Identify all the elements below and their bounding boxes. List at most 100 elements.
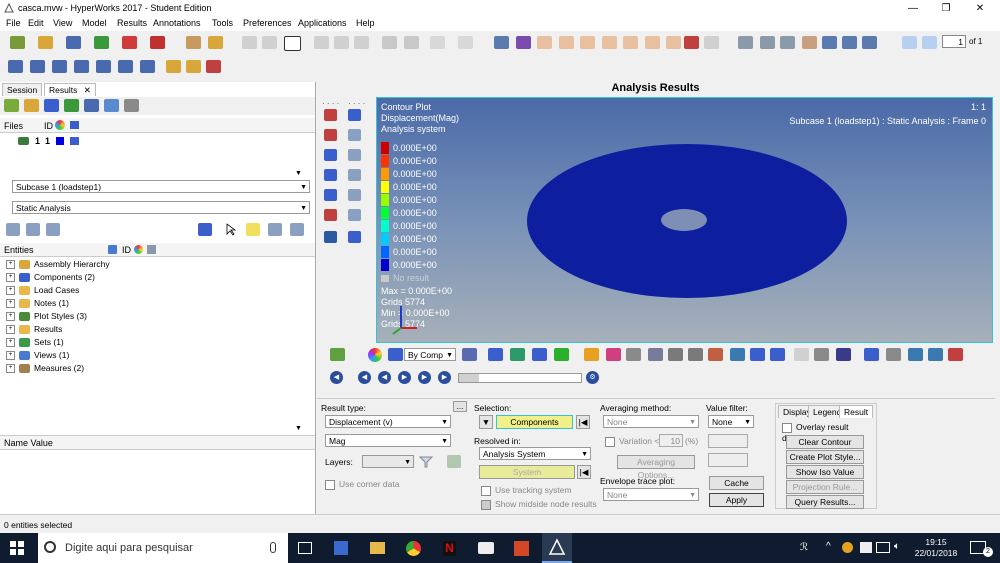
task-view-icon[interactable] [298,542,312,554]
cube-select-icon[interactable] [198,223,212,236]
eye-select-icon[interactable] [348,189,361,201]
filter-icon[interactable] [418,455,434,468]
chart-icon[interactable] [708,348,723,361]
feature-icon[interactable] [510,348,525,361]
open-icon[interactable] [38,36,53,49]
file-visibility-icon[interactable] [70,137,79,145]
result-type-browse-button[interactable]: ... [453,401,467,412]
subcase-select[interactable]: Subcase 1 (loadstep1) ▼ [12,180,310,193]
rewind-icon[interactable]: ◀ [378,371,391,384]
ppt-export-icon[interactable] [150,36,165,49]
folder-icon[interactable] [208,36,223,49]
expand-icon[interactable]: + [6,325,15,335]
cache-button[interactable]: Cache [709,476,764,490]
network-icon[interactable] [860,542,872,553]
contour-icon[interactable] [324,109,337,121]
color-wheel-icon[interactable] [368,348,382,362]
hyperworks-taskbar-button[interactable] [542,533,572,563]
show-one-icon[interactable] [290,223,304,236]
tree-item-measures[interactable]: + Measures (2) [6,362,306,375]
fast-forward-icon[interactable]: ▶ [418,371,431,384]
save-icon[interactable] [66,36,81,49]
checkbox-icon[interactable] [325,479,335,490]
menu-file[interactable]: File [2,18,25,28]
menu-model[interactable]: Model [78,18,111,28]
value-filter-select[interactable]: None ▼ [708,415,754,428]
zoom-fit-icon[interactable] [760,36,775,49]
query-icon[interactable] [948,348,963,361]
file-row[interactable]: 1 1 [0,134,315,148]
tree-item-components[interactable]: + Components (2) [6,271,306,284]
checkbox-checked-icon[interactable] [481,499,491,510]
checkbox-icon[interactable] [481,485,491,496]
window-split-icon[interactable] [334,36,349,49]
deformed-icon[interactable] [324,169,337,181]
projection-rule-button[interactable]: Projection Rule... [786,480,864,494]
tab-result[interactable]: Result [839,405,874,418]
menu-edit[interactable]: Edit [24,18,48,28]
selection-dropdown-button[interactable]: ▼ [479,415,493,429]
previous-page-icon[interactable] [902,36,917,49]
page-layout-1-icon[interactable] [8,60,23,73]
pan-vertical-icon[interactable] [842,36,857,49]
pointer-icon[interactable] [226,223,237,236]
expand-icon[interactable]: + [6,273,15,283]
envelope-trace-select[interactable]: None ▼ [603,488,699,501]
pan-hand-icon[interactable] [802,36,817,49]
layers-select[interactable]: ▼ [362,455,414,468]
menu-help[interactable]: Help [352,18,379,28]
expand-icon[interactable]: + [6,312,15,322]
averaging-method-select[interactable]: None ▼ [603,415,699,428]
menu-annotations[interactable]: Annotations [149,18,205,28]
animation-slider[interactable] [458,373,582,383]
expand-icon[interactable]: + [6,338,15,348]
menu-preferences[interactable]: Preferences [239,18,296,28]
cube-outline-icon[interactable] [648,348,663,361]
folder-image-icon[interactable] [186,60,201,73]
analysis-select[interactable]: Static Analysis ▼ [12,201,310,214]
filter-max-field[interactable] [708,453,748,467]
element-icon[interactable] [554,348,569,361]
tensor-icon[interactable] [324,149,337,161]
rotate-left-icon[interactable] [516,36,531,49]
chevron-up-icon[interactable]: ^ [826,541,831,552]
volume-icon[interactable]: 🔈︎ [894,541,900,552]
query-results-button[interactable]: Query Results... [786,495,864,509]
next-page-icon[interactable] [922,36,937,49]
tree-item-results[interactable]: + Results [6,323,306,336]
apply-button[interactable]: Apply [709,493,764,507]
camera-icon[interactable] [684,36,699,49]
netflix-icon[interactable]: N [443,541,456,556]
monitor-icon[interactable] [324,231,337,243]
transfer-icon[interactable] [104,99,119,112]
view-bottom-icon[interactable] [645,36,660,49]
eye-reverse-icon[interactable] [348,209,361,221]
overlay-icon[interactable] [458,36,473,49]
battery-icon[interactable] [876,542,890,553]
contour-legend[interactable]: 0.000E+00 0.000E+00 0.000E+00 0.000E+00 … [381,142,437,285]
color-bar-icon[interactable] [330,348,345,361]
zoom-area-icon[interactable] [738,36,753,49]
window-icon[interactable] [84,99,99,112]
system-button[interactable]: System [479,465,575,479]
paste-icon[interactable] [430,36,445,49]
show-icon[interactable] [6,223,20,236]
play-icon[interactable]: ▶ [398,371,411,384]
windows-start-icon[interactable] [10,541,24,555]
show-iso-value-button[interactable]: Show Iso Value [786,465,864,479]
tab-results[interactable]: Results ✕ [44,83,96,96]
menu-applications[interactable]: Applications [294,18,351,28]
dots-handle[interactable]: · · · · [322,99,339,108]
tray-app-icon[interactable] [842,542,853,553]
capture-icon[interactable] [704,36,719,49]
use-corner-data-checkbox[interactable]: Use corner data [325,479,399,490]
splitter-arrow-icon[interactable]: ▼ [295,425,302,432]
view-iso-icon[interactable] [537,36,552,49]
tree-item-assembly-hierarchy[interactable]: + Assembly Hierarchy [6,258,306,271]
animation-slider-thumb[interactable] [459,374,479,382]
tree-item-load-cases[interactable]: + Load Cases [6,284,306,297]
result-type-select[interactable]: Displacement (v) ▼ [325,415,451,428]
averaging-options-button[interactable]: Averaging Options... [617,455,695,480]
marker-icon[interactable] [606,348,621,361]
system-reset-button[interactable]: |◀ [577,465,591,479]
